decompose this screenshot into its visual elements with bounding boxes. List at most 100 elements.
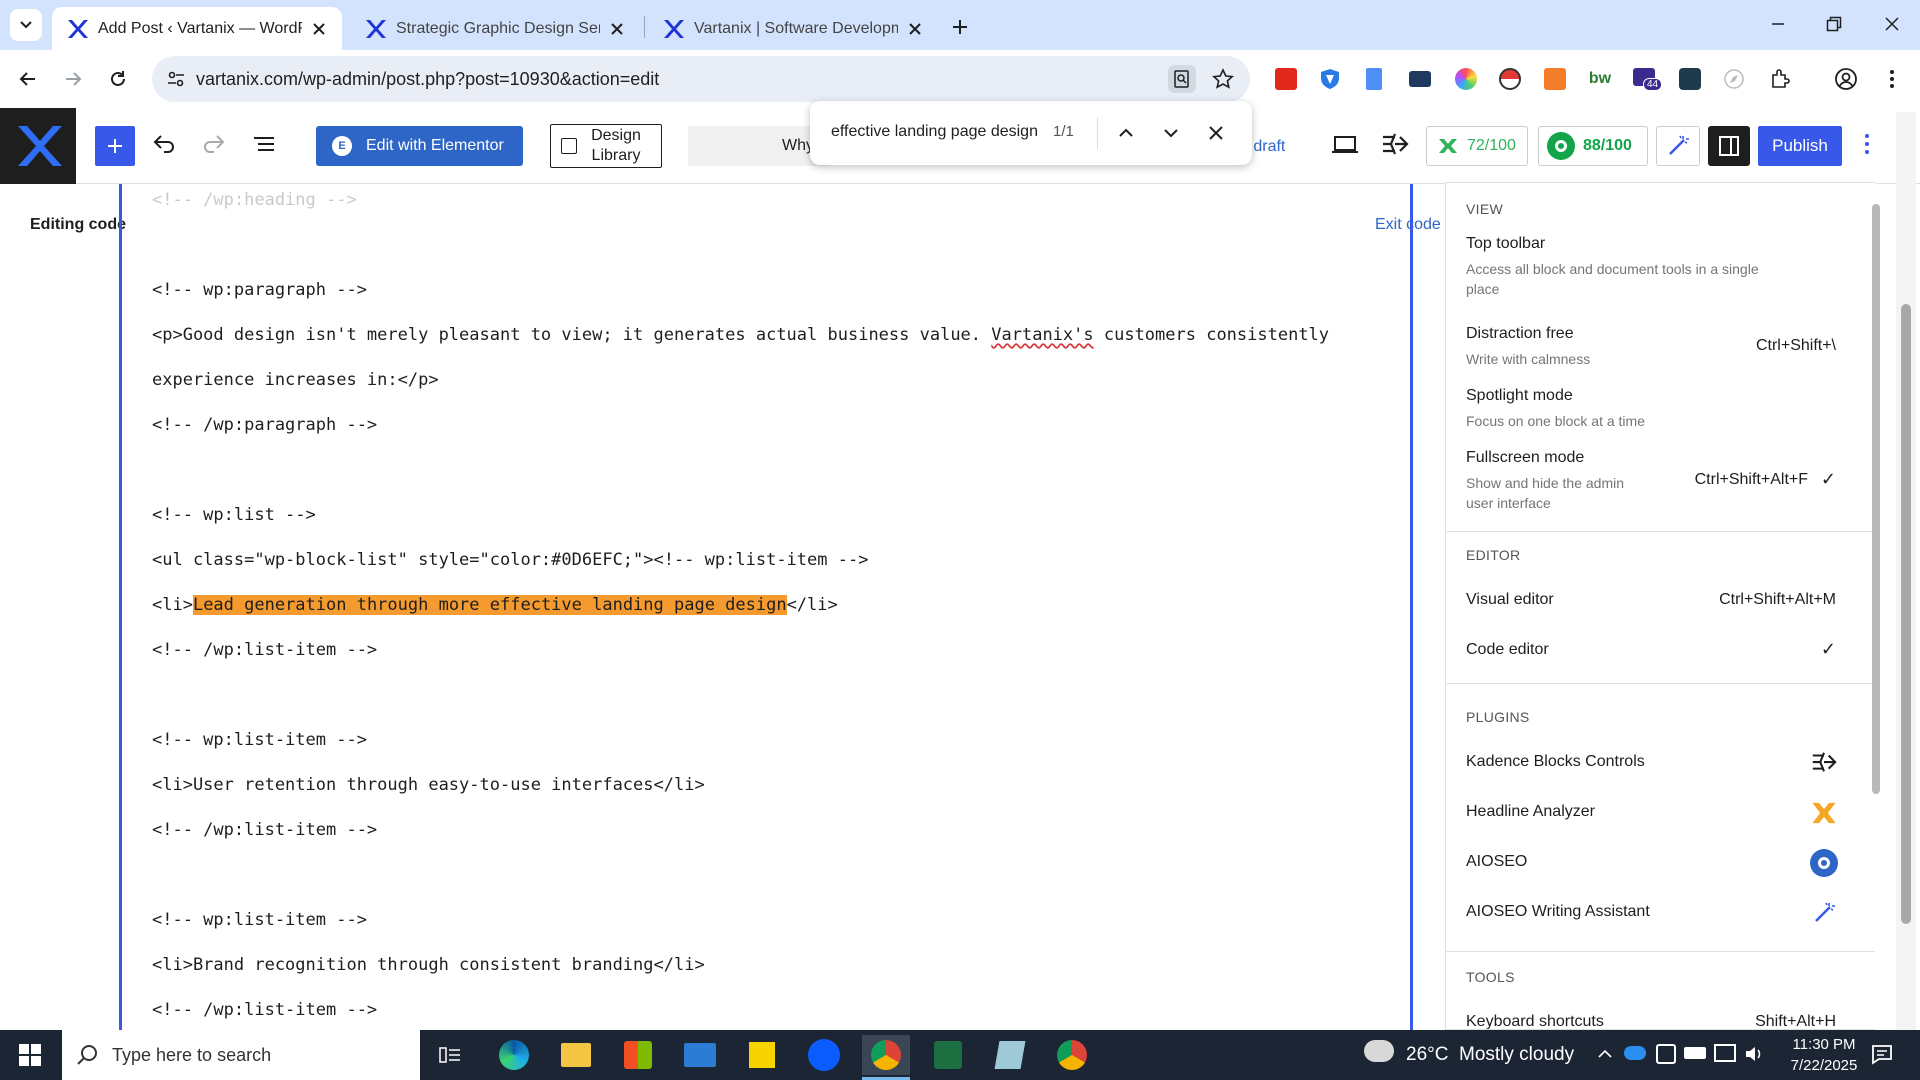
browser-menu-icon[interactable]: [1876, 63, 1908, 95]
menu-item-distraction-free[interactable]: Distraction free Write with calmness Ctr…: [1446, 325, 1856, 375]
menu-item-visual-editor[interactable]: Visual editor Ctrl+Shift+Alt+M: [1446, 585, 1856, 621]
taskbar-chrome-active[interactable]: [862, 1035, 910, 1075]
extension-feather-icon[interactable]: [1539, 63, 1571, 95]
taskbar-edge[interactable]: [490, 1035, 538, 1075]
redo-button[interactable]: [200, 130, 228, 158]
battery-icon[interactable]: [1684, 1047, 1706, 1059]
close-window-button[interactable]: [1864, 0, 1920, 48]
tab-search-button[interactable]: [10, 9, 42, 41]
publish-button[interactable]: Publish: [1758, 126, 1842, 166]
options-menu-button[interactable]: [1864, 132, 1870, 156]
notifications-button[interactable]: [1870, 1042, 1894, 1066]
code-textarea[interactable]: <!-- /wp:heading --> <!-- wp:paragraph -…: [119, 184, 1413, 1030]
menu-item-headline-analyzer[interactable]: Headline Analyzer: [1446, 793, 1856, 833]
volume-icon[interactable]: [1744, 1045, 1764, 1063]
minimize-button[interactable]: [1750, 0, 1806, 48]
browser-tab-graphic-design[interactable]: Strategic Graphic Design Servic: [350, 7, 640, 50]
extension-doc-icon[interactable]: [1358, 63, 1390, 95]
taskbar-search-box[interactable]: Type here to search: [62, 1030, 420, 1080]
design-library-button[interactable]: Design Library: [550, 124, 662, 168]
taskbar-mail[interactable]: [676, 1035, 724, 1075]
find-previous-button[interactable]: [1114, 121, 1138, 145]
extension-compass-icon[interactable]: [1718, 63, 1750, 95]
zoom-icon: [808, 1039, 840, 1071]
headline-analyzer-icon: [1812, 802, 1836, 824]
taskbar-zoom[interactable]: [800, 1035, 848, 1075]
network-icon[interactable]: [1714, 1044, 1736, 1062]
menu-item-code-editor[interactable]: Code editor ✓: [1446, 635, 1856, 671]
menu-scrollbar[interactable]: [1870, 190, 1880, 1026]
close-icon[interactable]: [906, 20, 924, 38]
extensions-puzzle-icon[interactable]: [1764, 63, 1796, 95]
headline-analyzer-score[interactable]: 72/100: [1426, 126, 1528, 166]
forward-button[interactable]: [57, 63, 89, 95]
back-button[interactable]: [12, 63, 44, 95]
menu-item-aioseo[interactable]: AIOSEO: [1446, 843, 1856, 883]
extension-badge: 44: [1643, 78, 1663, 91]
mail-icon: [684, 1043, 716, 1067]
find-next-button[interactable]: [1159, 121, 1183, 145]
kadence-controls-button[interactable]: [1380, 130, 1410, 160]
taskbar-file-explorer[interactable]: [552, 1035, 600, 1075]
document-overview-button[interactable]: [250, 130, 278, 158]
tray-chevron-up-icon[interactable]: [1596, 1045, 1614, 1063]
weather-text[interactable]: 26°C Mostly cloudy: [1406, 1044, 1574, 1066]
menu-item-spotlight-mode[interactable]: Spotlight mode Focus on one block at a t…: [1446, 387, 1856, 437]
start-button[interactable]: [6, 1035, 54, 1075]
extension-camera-icon[interactable]: [1404, 63, 1436, 95]
tray-app-icon[interactable]: [1656, 1044, 1676, 1064]
reload-button[interactable]: [102, 63, 134, 95]
page-scrollbar-thumb[interactable]: [1901, 304, 1911, 924]
edit-with-elementor-button[interactable]: E Edit with Elementor: [316, 126, 523, 166]
menu-item-kadence-blocks-controls[interactable]: Kadence Blocks Controls: [1446, 743, 1856, 783]
extension-pdf-icon[interactable]: [1270, 63, 1302, 95]
undo-button[interactable]: [150, 130, 178, 158]
profile-avatar-icon[interactable]: [1830, 63, 1862, 95]
extension-shield-icon[interactable]: [1314, 63, 1346, 95]
menu-item-aioseo-writing-assistant[interactable]: AIOSEO Writing Assistant: [1446, 893, 1856, 933]
menu-item-fullscreen-mode[interactable]: Fullscreen mode Show and hide the admin u…: [1446, 449, 1856, 519]
taskbar-excel[interactable]: [924, 1035, 972, 1075]
site-settings-icon[interactable]: [166, 69, 186, 89]
extension-react-icon[interactable]: [1674, 63, 1706, 95]
find-in-page-indicator[interactable]: [1168, 65, 1196, 93]
clock[interactable]: 11:30 PM 7/22/2025: [1784, 1034, 1864, 1076]
browser-tab-add-post[interactable]: Add Post ‹ Vartanix — WordPre: [52, 7, 342, 50]
taskbar-chrome[interactable]: [1048, 1035, 1096, 1075]
find-close-button[interactable]: [1204, 121, 1228, 145]
taskbar-app[interactable]: [986, 1035, 1034, 1075]
bookmark-star-icon[interactable]: [1212, 68, 1234, 90]
document-title-bar[interactable]: Why: [688, 126, 828, 166]
menu-item-keyboard-shortcuts[interactable]: Keyboard shortcuts Shift+Alt+H: [1446, 1009, 1856, 1029]
extension-pokeball-icon[interactable]: [1494, 63, 1526, 95]
menu-item-top-toolbar[interactable]: Top toolbar Access all block and documen…: [1446, 235, 1856, 313]
tab-divider: [644, 16, 645, 38]
address-bar[interactable]: vartanix.com/wp-admin/post.php?post=1093…: [152, 56, 1250, 102]
writing-assistant-button[interactable]: [1656, 126, 1700, 166]
page-scrollbar[interactable]: [1896, 112, 1916, 1030]
taskbar-sticky-notes[interactable]: [738, 1035, 786, 1075]
aioseo-score[interactable]: 88/100: [1538, 126, 1648, 166]
extension-color-icon[interactable]: [1450, 63, 1482, 95]
settings-sidebar-toggle[interactable]: [1708, 126, 1750, 166]
new-tab-button[interactable]: [946, 13, 974, 41]
restore-button[interactable]: [1806, 0, 1862, 48]
task-view-button[interactable]: [426, 1035, 474, 1075]
code-line: <!-- /wp:heading -->: [152, 190, 357, 210]
onedrive-icon[interactable]: [1624, 1046, 1646, 1060]
site-logo-button[interactable]: [0, 108, 76, 184]
weather-icon[interactable]: [1364, 1040, 1394, 1062]
clock-date: 7/22/2025: [1790, 1057, 1858, 1074]
close-icon[interactable]: [608, 20, 626, 38]
headline-score-value: 72/100: [1467, 137, 1516, 154]
extension-mail-icon[interactable]: 44: [1630, 63, 1663, 95]
arrow-left-icon: [19, 72, 35, 86]
block-inserter-button[interactable]: [95, 126, 135, 166]
preview-button[interactable]: [1330, 130, 1360, 160]
close-icon[interactable]: [310, 20, 328, 38]
taskbar-store[interactable]: [614, 1035, 662, 1075]
browser-tab-software-development[interactable]: Vartanix | Software Developmen: [648, 7, 938, 50]
find-input[interactable]: effective landing page design: [831, 123, 1038, 141]
menu-scrollbar-thumb[interactable]: [1872, 204, 1880, 794]
extension-bw-icon[interactable]: bw: [1584, 63, 1616, 95]
